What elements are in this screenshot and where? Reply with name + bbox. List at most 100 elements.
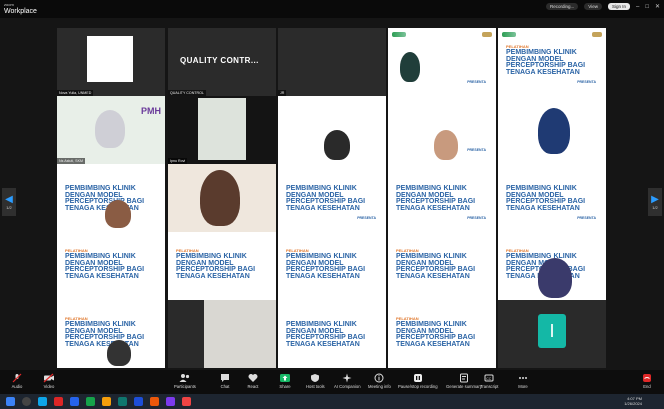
system-clock[interactable]: 4:07 PM 1/26/2024 xyxy=(624,396,642,406)
app-icon[interactable] xyxy=(118,397,127,406)
gallery-view: ◀ 1/2 ▶ 1/2 Nova Yulia, UNMED QUALITY CO… xyxy=(0,18,664,370)
kemenkes-logo xyxy=(502,32,516,37)
video-tile[interactable]: PELATIHAN PEMBIMBING KLINIK DENGAN MODEL… xyxy=(498,232,606,300)
video-tile[interactable]: Nova Yulia, UNMED xyxy=(57,28,165,96)
titlebar-controls: Recording... View Sign In – □ ✕ xyxy=(546,3,660,10)
summary-button[interactable]: Generate summary xyxy=(446,372,482,389)
chat-icon xyxy=(218,372,232,384)
video-tile[interactable]: PELATIHAN PEMBIMBING KLINIK DENGAN MODEL… xyxy=(57,300,165,368)
recording-indicator[interactable]: Recording... xyxy=(546,3,579,10)
video-tile[interactable]: QUALITY CONTR... QUALITY CONTROL xyxy=(168,28,276,96)
svg-text:CC: CC xyxy=(486,377,492,381)
participants-icon xyxy=(178,372,192,384)
title-bar: zoom Workplace Recording... View Sign In… xyxy=(0,0,664,18)
video-tile[interactable]: PELATIHAN PEMBIMBING KLINIK DENGAN MODEL… xyxy=(57,232,165,300)
participant-video xyxy=(95,110,125,148)
video-button[interactable]: Video xyxy=(42,372,56,389)
sign-in-button[interactable]: Sign In xyxy=(607,3,630,10)
app-icon[interactable] xyxy=(102,397,111,406)
video-tile[interactable]: I xyxy=(498,300,606,368)
video-tile[interactable]: PELATIHAN PEMBIMBING KLINIK DENGAN MODEL… xyxy=(168,232,276,300)
more-icon xyxy=(516,372,530,384)
meeting-info-button[interactable]: Meeting info xyxy=(368,372,391,389)
participants-button[interactable]: Participants xyxy=(174,372,196,389)
ai-companion-button[interactable]: AI Companion xyxy=(334,372,361,389)
react-button[interactable]: React xyxy=(246,372,260,389)
participant-video xyxy=(200,170,240,226)
app-icon[interactable] xyxy=(86,397,95,406)
summary-icon xyxy=(457,372,471,384)
os-taskbar: 4:07 PM 1/26/2024 xyxy=(0,394,664,409)
transcript-button[interactable]: CC Transcript xyxy=(480,372,498,389)
meeting-toolbar: Audio Video Participants Chat React Shar… xyxy=(0,370,664,394)
sparkle-icon xyxy=(340,372,354,384)
participant-video xyxy=(538,108,570,154)
participant-video xyxy=(434,130,458,160)
pmh-logo: PMH xyxy=(141,106,161,116)
chevron-right-icon: ▶ xyxy=(651,193,659,205)
video-tile[interactable] xyxy=(498,96,606,164)
partner-logo xyxy=(592,32,602,37)
app-icon[interactable] xyxy=(54,397,63,406)
shared-thumbnail xyxy=(87,36,133,82)
page-next-button[interactable]: ▶ 1/2 xyxy=(648,188,662,216)
participant-video xyxy=(538,258,572,298)
video-tile[interactable] xyxy=(278,96,386,164)
participant-video xyxy=(198,98,246,160)
participant-video xyxy=(107,340,131,366)
video-tile[interactable]: PMH Ns Astuti, SKM xyxy=(57,96,165,164)
shield-icon xyxy=(308,372,322,384)
transcript-icon: CC xyxy=(482,372,496,384)
host-tools-button[interactable]: Host tools xyxy=(306,372,325,389)
avatar: I xyxy=(538,314,566,348)
partner-logo xyxy=(482,32,492,37)
microphone-muted-icon xyxy=(10,372,24,384)
video-tile[interactable]: PELATIHAN PEMBIMBING KLINIK DENGAN MODEL… xyxy=(388,232,496,300)
minimize-icon[interactable]: – xyxy=(636,4,639,10)
info-icon xyxy=(372,372,386,384)
close-icon[interactable]: ✕ xyxy=(655,3,660,10)
app-icon[interactable] xyxy=(166,397,175,406)
video-tile[interactable]: PEMBIMBING KLINIK DENGAN MODEL PERCEPTOR… xyxy=(278,300,386,368)
start-icon[interactable] xyxy=(6,397,15,406)
video-tile[interactable]: Ipnu Rovi xyxy=(168,96,276,164)
pause-icon xyxy=(411,372,425,384)
video-tile[interactable]: PRESENTA xyxy=(388,28,496,96)
maximize-icon[interactable]: □ xyxy=(645,4,649,10)
app-icon[interactable] xyxy=(70,397,79,406)
app-brand: zoom Workplace xyxy=(4,2,37,15)
video-tile[interactable] xyxy=(168,164,276,232)
audio-button[interactable]: Audio xyxy=(10,372,24,389)
view-button[interactable]: View xyxy=(584,3,602,10)
more-button[interactable]: More xyxy=(516,372,530,389)
app-icon[interactable] xyxy=(134,397,143,406)
share-screen-icon xyxy=(278,372,292,384)
participant-video xyxy=(324,130,350,160)
video-tile[interactable]: JR xyxy=(278,28,386,96)
search-icon[interactable] xyxy=(22,397,31,406)
kemenkes-logo xyxy=(392,32,406,37)
participant-video xyxy=(105,200,131,228)
heart-icon xyxy=(246,372,260,384)
video-tile[interactable]: PELATIHAN PEMBIMBING KLINIK DENGAN MODEL… xyxy=(388,300,496,368)
video-tile[interactable]: PEMBIMBING KLINIK DENGAN MODEL PERCEPTOR… xyxy=(57,164,165,232)
video-tile[interactable]: PEMBIMBING KLINIK DENGAN MODEL PERCEPTOR… xyxy=(498,164,606,232)
video-tile[interactable] xyxy=(168,300,276,368)
camera-off-icon xyxy=(42,372,56,384)
video-tile[interactable]: PEMBIMBING KLINIK DENGAN MODEL PERCEPTOR… xyxy=(388,164,496,232)
end-call-icon xyxy=(640,372,654,384)
share-button[interactable]: Share xyxy=(278,372,292,389)
video-tile[interactable]: PELATIHAN PEMBIMBING KLINIK DENGAN MODEL… xyxy=(278,232,386,300)
app-icon[interactable] xyxy=(182,397,191,406)
pause-recording-button[interactable]: Pause/stop recording xyxy=(398,372,438,389)
app-icon[interactable] xyxy=(38,397,47,406)
chevron-left-icon: ◀ xyxy=(5,193,13,205)
chat-button[interactable]: Chat xyxy=(218,372,232,389)
participant-video xyxy=(400,52,420,82)
video-tile[interactable]: PELATIHAN PEMBIMBING KLINIK DENGAN MODEL… xyxy=(498,28,606,96)
video-tile[interactable]: PRESENTA xyxy=(388,96,496,164)
app-icon[interactable] xyxy=(150,397,159,406)
end-button[interactable]: End xyxy=(640,372,654,389)
page-prev-button[interactable]: ◀ 1/2 xyxy=(2,188,16,216)
video-tile[interactable]: PEMBIMBING KLINIK DENGAN MODEL PERCEPTOR… xyxy=(278,164,386,232)
